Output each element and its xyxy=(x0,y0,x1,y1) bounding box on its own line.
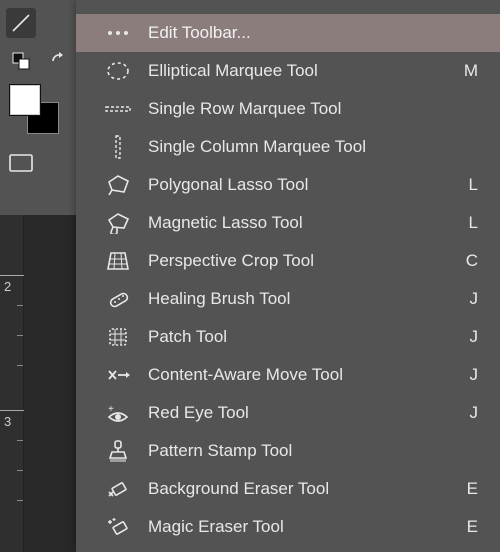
menu-item-shortcut: M xyxy=(464,61,478,81)
menu-item-shortcut: J xyxy=(470,289,479,309)
menu-item-shortcut: E xyxy=(467,479,478,499)
menu-item-shortcut: L xyxy=(469,175,478,195)
perspective-crop-icon xyxy=(104,249,132,273)
menu-item-label: Healing Brush Tool xyxy=(148,289,454,309)
menu-item-shortcut: L xyxy=(469,213,478,233)
menu-item-single-column-marquee[interactable]: Single Column Marquee Tool xyxy=(76,128,500,166)
single-column-marquee-icon xyxy=(104,135,132,159)
menu-item-background-eraser[interactable]: Background Eraser Tool E xyxy=(76,470,500,508)
default-colors-icon[interactable] xyxy=(6,46,36,76)
menu-item-magic-eraser[interactable]: Magic Eraser Tool E xyxy=(76,508,500,546)
menu-item-shortcut: J xyxy=(470,365,479,385)
healing-brush-icon xyxy=(104,287,132,311)
screen-mode-icon[interactable] xyxy=(6,148,36,178)
menu-item-label: Magnetic Lasso Tool xyxy=(148,213,453,233)
menu-item-label: Content-Aware Move Tool xyxy=(148,365,454,385)
tool-flyout-menu: Edit Toolbar... Elliptical Marquee Tool … xyxy=(76,0,500,552)
color-swatches[interactable] xyxy=(9,84,59,134)
patch-icon xyxy=(104,325,132,349)
elliptical-marquee-icon xyxy=(104,59,132,83)
menu-item-elliptical-marquee[interactable]: Elliptical Marquee Tool M xyxy=(76,52,500,90)
menu-item-single-row-marquee[interactable]: Single Row Marquee Tool xyxy=(76,90,500,128)
menu-item-label: Background Eraser Tool xyxy=(148,479,451,499)
menu-item-shortcut: J xyxy=(470,403,479,423)
vertical-ruler: 2 3 xyxy=(0,215,24,552)
menu-item-label: Magic Eraser Tool xyxy=(148,517,451,537)
magic-eraser-icon xyxy=(104,515,132,539)
background-eraser-icon xyxy=(104,477,132,501)
ruler-mark: 3 xyxy=(4,414,11,429)
menu-item-label: Red Eye Tool xyxy=(148,403,454,423)
menu-item-content-aware-move[interactable]: Content-Aware Move Tool J xyxy=(76,356,500,394)
menu-item-shortcut: E xyxy=(467,517,478,537)
menu-item-label: Pattern Stamp Tool xyxy=(148,441,462,461)
menu-item-label: Elliptical Marquee Tool xyxy=(148,61,448,81)
content-aware-move-icon xyxy=(104,363,132,387)
menu-item-label: Single Column Marquee Tool xyxy=(148,137,462,157)
menu-item-perspective-crop[interactable]: Perspective Crop Tool C xyxy=(76,242,500,280)
menu-item-red-eye[interactable]: + Red Eye Tool J xyxy=(76,394,500,432)
menu-item-label: Edit Toolbar... xyxy=(148,23,462,43)
menu-item-patch[interactable]: Patch Tool J xyxy=(76,318,500,356)
red-eye-icon: + xyxy=(104,401,132,425)
ruler-mark: 2 xyxy=(4,279,11,294)
magnetic-lasso-icon xyxy=(104,211,132,235)
menu-item-healing-brush[interactable]: Healing Brush Tool J xyxy=(76,280,500,318)
menu-item-magnetic-lasso[interactable]: Magnetic Lasso Tool L xyxy=(76,204,500,242)
hidden-tool-slot xyxy=(44,8,74,38)
menu-item-shortcut: C xyxy=(466,251,478,271)
canvas-background xyxy=(24,215,76,552)
ellipsis-icon xyxy=(104,21,132,45)
line-tool[interactable] xyxy=(6,8,36,38)
swap-colors-icon[interactable] xyxy=(44,46,74,76)
menu-item-edit-toolbar[interactable]: Edit Toolbar... xyxy=(76,14,500,52)
toolbar xyxy=(0,0,76,215)
polygonal-lasso-icon xyxy=(104,173,132,197)
menu-item-label: Polygonal Lasso Tool xyxy=(148,175,453,195)
menu-item-shortcut: J xyxy=(470,327,479,347)
menu-item-label: Single Row Marquee Tool xyxy=(148,99,462,119)
menu-item-label: Perspective Crop Tool xyxy=(148,251,450,271)
pattern-stamp-icon xyxy=(104,439,132,463)
menu-item-polygonal-lasso[interactable]: Polygonal Lasso Tool L xyxy=(76,166,500,204)
menu-item-pattern-stamp[interactable]: Pattern Stamp Tool xyxy=(76,432,500,470)
single-row-marquee-icon xyxy=(104,97,132,121)
menu-item-label: Patch Tool xyxy=(148,327,454,347)
foreground-color-swatch[interactable] xyxy=(9,84,41,116)
